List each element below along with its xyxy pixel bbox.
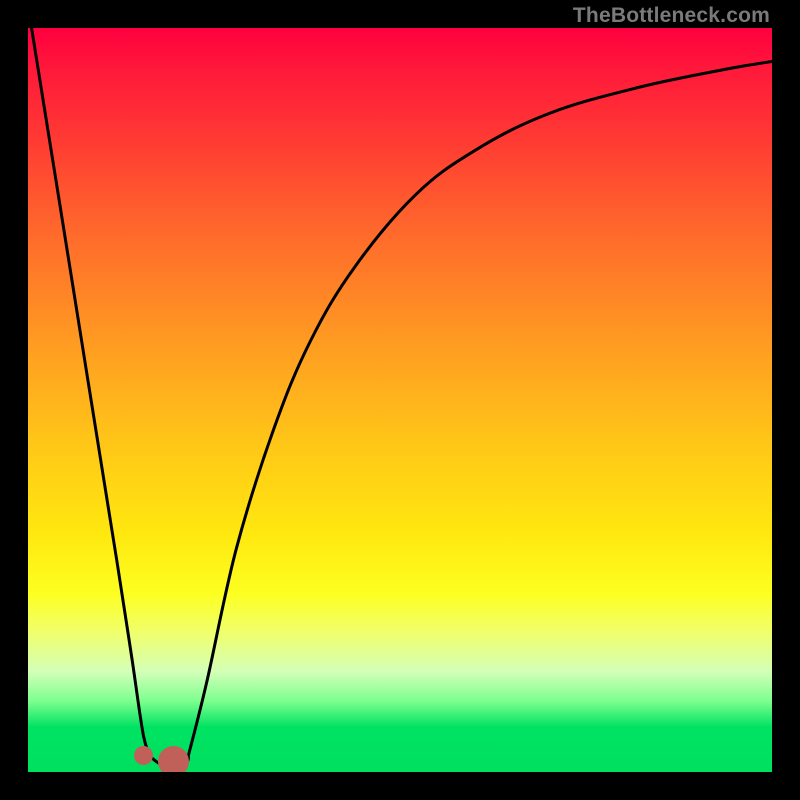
valley-marker	[158, 746, 189, 772]
chart-frame: TheBottleneck.com	[0, 0, 800, 800]
plot-area	[28, 28, 772, 772]
bottleneck-curve	[28, 28, 772, 772]
watermark-text: TheBottleneck.com	[573, 4, 770, 28]
